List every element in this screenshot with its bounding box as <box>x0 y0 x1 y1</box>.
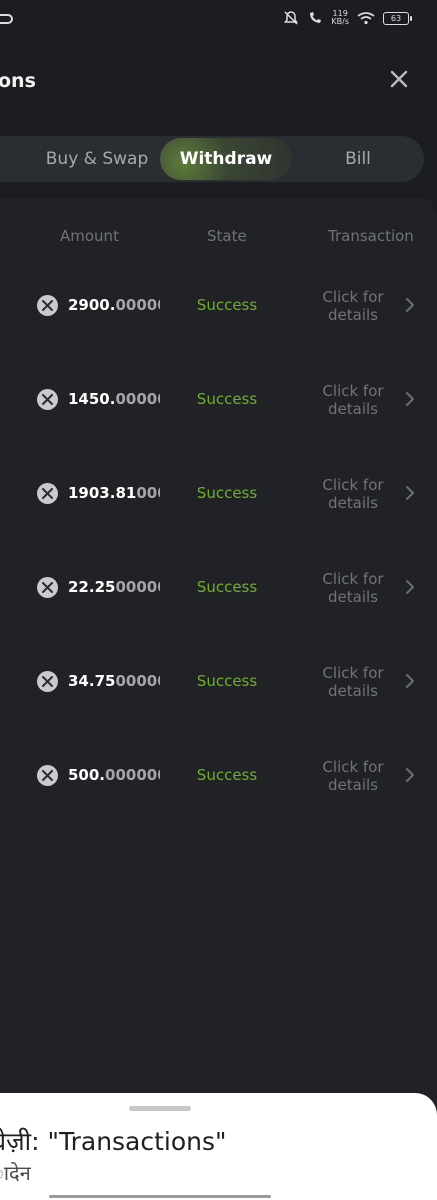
xrp-coin-icon <box>37 671 58 692</box>
tab-withdraw[interactable]: Withdraw <box>160 138 292 180</box>
details-link[interactable]: Click for details <box>312 382 394 418</box>
details-link[interactable]: Click for details <box>312 476 394 512</box>
status-badge: Success <box>196 296 258 314</box>
transaction-row[interactable]: 500.000000 Success Click fordetails <box>0 728 437 822</box>
xrp-coin-icon <box>37 295 58 316</box>
amount-value: 500.000000 <box>68 766 160 784</box>
chevron-right-icon[interactable] <box>403 297 417 313</box>
chevron-right-icon[interactable] <box>403 391 417 407</box>
amount-value: 22.25000000 <box>68 578 160 596</box>
amount-value: 1903.810000 <box>68 484 160 502</box>
app-notification-icon <box>0 14 13 24</box>
sheet-drag-handle[interactable] <box>129 1106 191 1111</box>
amount-value: 34.75000000 <box>68 672 160 690</box>
gesture-nav-bar[interactable] <box>49 1195 271 1198</box>
chevron-right-icon[interactable] <box>403 767 417 783</box>
chevron-right-icon[interactable] <box>403 579 417 595</box>
details-link[interactable]: Click for details <box>312 664 394 700</box>
translation-text: ग्रेज़ी: "Transactions" <box>0 1127 227 1156</box>
chevron-right-icon[interactable] <box>403 673 417 689</box>
chevron-right-icon[interactable] <box>403 485 417 501</box>
transaction-row[interactable]: 2900.000000 Success Click fordetails <box>0 258 437 352</box>
network-speed: 119 KB/s <box>331 9 349 26</box>
transaction-row[interactable]: 22.25000000 Success Click fordetails <box>0 540 437 634</box>
battery-icon: 63 <box>383 11 412 25</box>
status-badge: Success <box>196 672 258 690</box>
column-header-amount: Amount <box>60 227 119 245</box>
status-badge: Success <box>196 484 258 502</box>
wifi-calling-icon <box>310 12 322 23</box>
page-header: ons <box>0 44 437 120</box>
xrp-coin-icon <box>37 483 58 504</box>
wifi-icon <box>357 12 375 25</box>
bottom-sheet[interactable]: ग्रेज़ी: "Transactions" ादेन <box>0 1093 437 1200</box>
tab-bar: Buy & Swap Withdraw Bill <box>0 136 424 182</box>
bell-muted-icon <box>284 11 299 25</box>
details-link[interactable]: Click for details <box>312 758 394 794</box>
tab-buy-swap[interactable]: Buy & Swap <box>30 136 164 182</box>
translation-subtext: ादेन <box>0 1161 31 1185</box>
close-icon[interactable] <box>384 64 414 94</box>
details-link[interactable]: Click for details <box>312 288 394 324</box>
xrp-coin-icon <box>37 765 58 786</box>
amount-value: 1450.000000 <box>68 390 160 408</box>
amount-value: 2900.000000 <box>68 296 160 314</box>
transaction-row[interactable]: 1450.000000 Success Click fordetails <box>0 352 437 446</box>
page-title: ons <box>0 70 36 92</box>
xrp-coin-icon <box>37 577 58 598</box>
column-header-transaction: Transaction <box>328 227 414 245</box>
tab-bill[interactable]: Bill <box>300 136 416 182</box>
xrp-coin-icon <box>37 389 58 410</box>
transaction-row[interactable]: 34.75000000 Success Click fordetails <box>0 634 437 728</box>
transaction-row[interactable]: 1903.810000 Success Click fordetails <box>0 446 437 540</box>
status-badge: Success <box>196 390 258 408</box>
status-badge: Success <box>196 766 258 784</box>
status-badge: Success <box>196 578 258 596</box>
column-header-state: State <box>207 227 247 245</box>
details-link[interactable]: Click for details <box>312 570 394 606</box>
status-bar: 119 KB/s 63 <box>0 0 437 44</box>
